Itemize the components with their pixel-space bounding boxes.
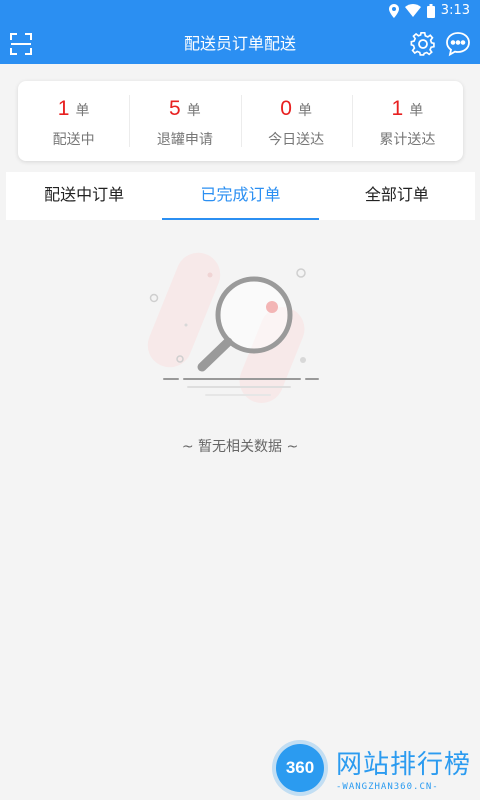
stat-unit: 单: [75, 103, 90, 119]
stat-value: 1: [57, 97, 70, 120]
tab-all-orders[interactable]: 全部订单: [319, 172, 475, 220]
magnifier-icon: [147, 252, 319, 403]
stat-delivering[interactable]: 1单 配送中: [18, 81, 129, 161]
stat-unit: 单: [409, 103, 424, 119]
status-time: 3:13: [440, 3, 470, 18]
stat-total-delivered[interactable]: 1单 累计送达: [351, 81, 463, 161]
stat-value: 1: [391, 97, 404, 120]
settings-button[interactable]: [410, 31, 436, 57]
stats-card: 1单 配送中 5单 退罐申请 0单 今日送达 1单 累计送达: [18, 81, 463, 161]
empty-state-text: ~ 暂无相关数据 ~: [181, 439, 299, 455]
watermark-badge: 360: [276, 744, 324, 792]
stat-return-request[interactable]: 5单 退罐申请: [129, 81, 240, 161]
chat-icon: [446, 32, 470, 57]
stat-label: 累计送达: [379, 132, 436, 148]
stat-label: 今日送达: [268, 132, 325, 148]
message-button[interactable]: [444, 30, 472, 58]
app-bar: 配送员订单配送: [0, 24, 480, 64]
order-tabs: 配送中订单 已完成订单 全部订单: [6, 172, 475, 220]
site-watermark: 360 网站排行榜 -WANGZHAN360.CN-: [262, 738, 480, 800]
battery-icon: [426, 3, 435, 18]
tab-delivering-orders[interactable]: 配送中订单: [6, 172, 162, 220]
page-title: 配送员订单配送: [183, 34, 296, 53]
stat-unit: 单: [297, 103, 312, 119]
watermark-title: 网站排行榜: [336, 750, 472, 780]
location-icon: [388, 3, 399, 18]
tab-completed-orders[interactable]: 已完成订单: [162, 172, 319, 220]
stat-label: 退罐申请: [156, 132, 213, 148]
status-icons: 3:13: [388, 3, 470, 18]
stat-today-delivered[interactable]: 0单 今日送达: [240, 81, 352, 161]
stat-unit: 单: [186, 103, 201, 119]
stat-value: 5: [169, 97, 181, 120]
stat-value: 0: [280, 97, 292, 120]
status-bar: 3:13: [0, 0, 480, 24]
wifi-icon: [404, 4, 421, 17]
stat-label: 配送中: [52, 132, 95, 148]
gear-icon: [410, 32, 435, 56]
watermark-subtitle: -WANGZHAN360.CN-: [336, 782, 439, 792]
